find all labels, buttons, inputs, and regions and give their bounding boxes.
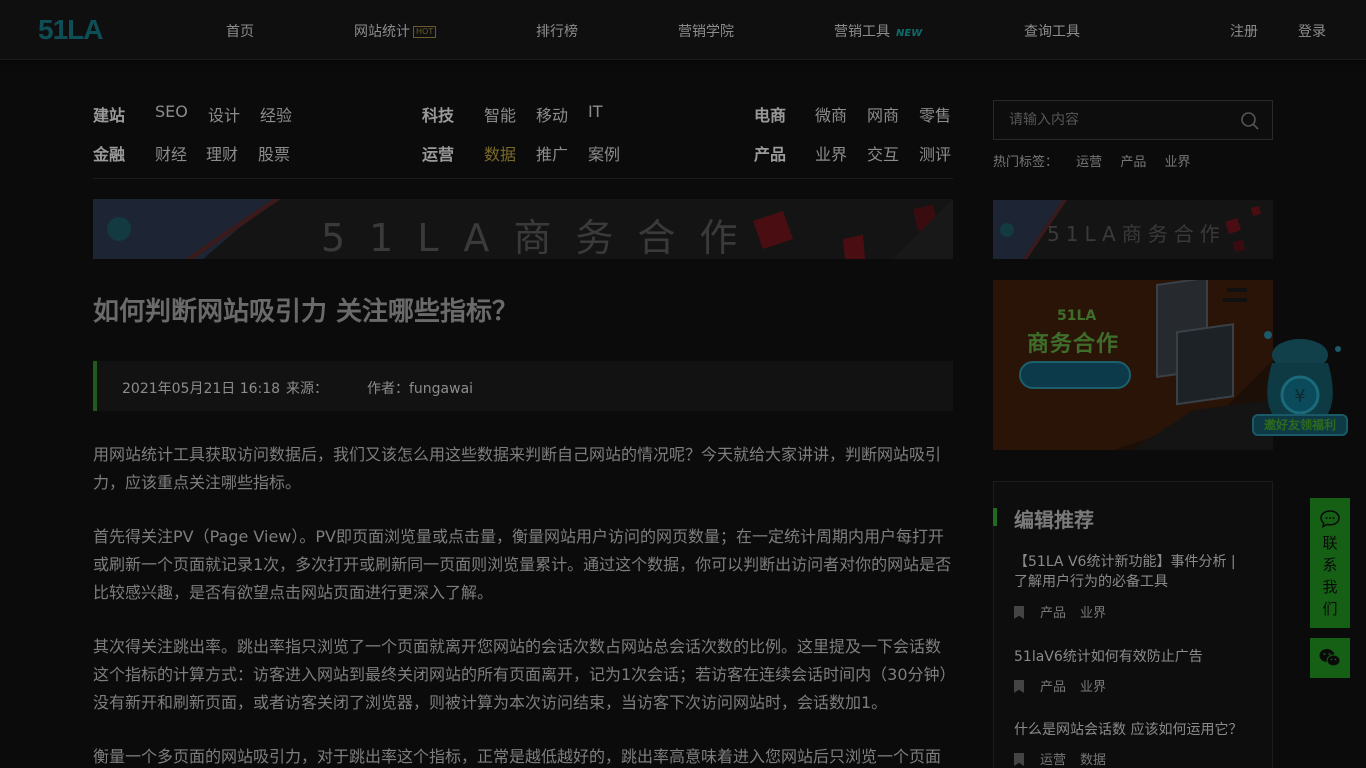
hot-badge: HOT: [413, 26, 437, 38]
cat-finance[interactable]: 金融: [93, 141, 125, 165]
recommend-heading: 编辑推荐: [1014, 508, 1094, 532]
login-link[interactable]: 登录: [1298, 21, 1326, 41]
cat-wealth[interactable]: 理财: [206, 141, 238, 165]
wechat-icon: [1319, 649, 1341, 667]
article-paragraph: 衡量一个多页面的网站吸引力，对于跳出率这个指标，正常是越低越好的，跳出率高意味着…: [93, 747, 942, 766]
business-promo-image[interactable]: 51LA 商务合作: [993, 280, 1273, 450]
recommend-item-title[interactable]: 什么是网站会话数 应该如何运用它？: [1014, 720, 1254, 740]
cat-product[interactable]: 产品: [754, 141, 786, 165]
search-icon[interactable]: [1240, 111, 1260, 131]
nav-site-stats[interactable]: 网站统计 HOT: [354, 21, 437, 41]
promo-brand: 51LA: [1057, 308, 1097, 324]
cat-jianzhan[interactable]: 建站: [93, 102, 125, 126]
top-nav-bar: 51LA 首页 网站统计 HOT 排行榜 营销学院 营销工具 NEW 查询工具 注册…: [0, 0, 1366, 60]
article-paragraph: 用网站统计工具获取访问数据后，我们又该怎么用这些数据来判断自己网站的情况呢？今天…: [93, 445, 942, 492]
hot-tag[interactable]: 产品: [1120, 155, 1146, 170]
recommend-tag[interactable]: 数据: [1080, 753, 1106, 768]
cat-promotion[interactable]: 推广: [536, 141, 568, 165]
cat-retail[interactable]: 零售: [919, 102, 951, 126]
recommend-item-title[interactable]: 【51LA V6统计新功能】事件分析 | 了解用户行为的必备工具: [1014, 552, 1254, 592]
article-author: 作者：fungawai: [367, 381, 474, 397]
cat-industry[interactable]: 业界: [815, 141, 847, 165]
register-link[interactable]: 注册: [1230, 21, 1258, 41]
cat-review[interactable]: 测评: [919, 141, 951, 165]
recommend-tag[interactable]: 业界: [1080, 606, 1106, 621]
article-paragraph: 首先得关注PV（Page View）。PV即页面浏览量或点击量，衡量网站用户访问…: [93, 527, 952, 602]
recommend-tag[interactable]: 产品: [1040, 606, 1066, 621]
cat-economy[interactable]: 财经: [155, 141, 187, 165]
cat-mobile[interactable]: 移动: [536, 102, 568, 126]
article-paragraph: 其次得关注跳出率。跳出率指只浏览了一个页面就离开您网站的会话次数占网站总会话次数…: [93, 637, 948, 712]
recommend-item-tags: 产品 业界: [1014, 602, 1120, 621]
promo-graphic: [993, 280, 1273, 450]
contact-us-button[interactable]: 联 系 我 们: [1310, 498, 1350, 628]
recommend-tag[interactable]: 业界: [1080, 680, 1106, 695]
article-source: 来源：: [286, 381, 328, 397]
invite-friends-label: 邀好友领福利: [1252, 414, 1348, 436]
recommend-tag[interactable]: 产品: [1040, 680, 1066, 695]
banner-side-text: 51LA商务合作: [1047, 222, 1226, 246]
contact-us-label: 联 系 我 们: [1322, 534, 1338, 618]
cat-data[interactable]: 数据: [484, 141, 516, 165]
cat-stocks[interactable]: 股票: [258, 141, 290, 165]
promo-title: 商务合作: [1027, 332, 1120, 357]
invite-friends-badge[interactable]: ¥ 邀好友领福利: [1250, 325, 1350, 440]
hot-tag[interactable]: 运营: [1076, 155, 1102, 170]
hot-tag[interactable]: 业界: [1164, 155, 1190, 170]
recommend-item-tags: 产品 业界: [1014, 676, 1120, 695]
cat-seo[interactable]: SEO: [155, 102, 188, 121]
recommend-heading-bar: [993, 508, 997, 526]
cat-it[interactable]: IT: [588, 102, 603, 121]
svg-text:¥: ¥: [1294, 386, 1305, 407]
business-banner-wide[interactable]: 51LA商务合作: [93, 199, 953, 259]
wechat-button[interactable]: [1310, 638, 1350, 678]
cat-online-biz[interactable]: 网商: [867, 102, 899, 126]
search-box: [993, 100, 1273, 140]
recommend-item-title[interactable]: 51laV6统计如何有效防止广告: [1014, 647, 1254, 667]
category-divider: [93, 178, 953, 179]
hot-tags: 热门标签： 运营 产品 业界: [993, 151, 1204, 170]
chat-icon: [1320, 510, 1340, 528]
new-badge: NEW: [896, 28, 923, 39]
nav-query-tools[interactable]: 查询工具: [1024, 21, 1080, 41]
banner-wide-text: 51LA商务合作: [321, 216, 762, 259]
cat-ecommerce[interactable]: 电商: [754, 102, 786, 126]
bookmark-icon: [1014, 753, 1024, 766]
cat-design[interactable]: 设计: [208, 102, 240, 126]
cat-wechat-biz[interactable]: 微商: [815, 102, 847, 126]
cat-interaction[interactable]: 交互: [867, 141, 899, 165]
nav-ranking[interactable]: 排行榜: [536, 21, 578, 41]
cat-operations[interactable]: 运营: [422, 141, 454, 165]
nav-site-stats-label: 网站统计: [354, 24, 410, 40]
article-date: 2021年05月21日 16:18: [122, 381, 281, 397]
recommend-item-tags: 运营 数据: [1014, 749, 1120, 768]
cat-tech[interactable]: 科技: [422, 102, 454, 126]
cat-experience[interactable]: 经验: [260, 102, 292, 126]
search-input[interactable]: [994, 101, 1272, 139]
site-logo[interactable]: 51LA: [38, 14, 103, 46]
nav-academy[interactable]: 营销学院: [678, 21, 734, 41]
cat-ai[interactable]: 智能: [484, 102, 516, 126]
article-title: 如何判断网站吸引力 关注哪些指标？: [93, 297, 519, 327]
recommend-tag[interactable]: 运营: [1040, 753, 1066, 768]
bookmark-icon: [1014, 606, 1024, 619]
nav-marketing-tools[interactable]: 营销工具 NEW: [834, 21, 922, 41]
business-banner-side[interactable]: 51LA商务合作: [993, 200, 1273, 259]
nav-marketing-tools-label: 营销工具: [834, 24, 890, 40]
bookmark-icon: [1014, 680, 1024, 693]
cat-cases[interactable]: 案例: [588, 141, 620, 165]
article-meta: 2021年05月21日 16:18 来源： 作者：fungawai: [93, 361, 953, 411]
hot-tags-label: 热门标签：: [993, 155, 1059, 170]
nav-home[interactable]: 首页: [226, 21, 254, 41]
